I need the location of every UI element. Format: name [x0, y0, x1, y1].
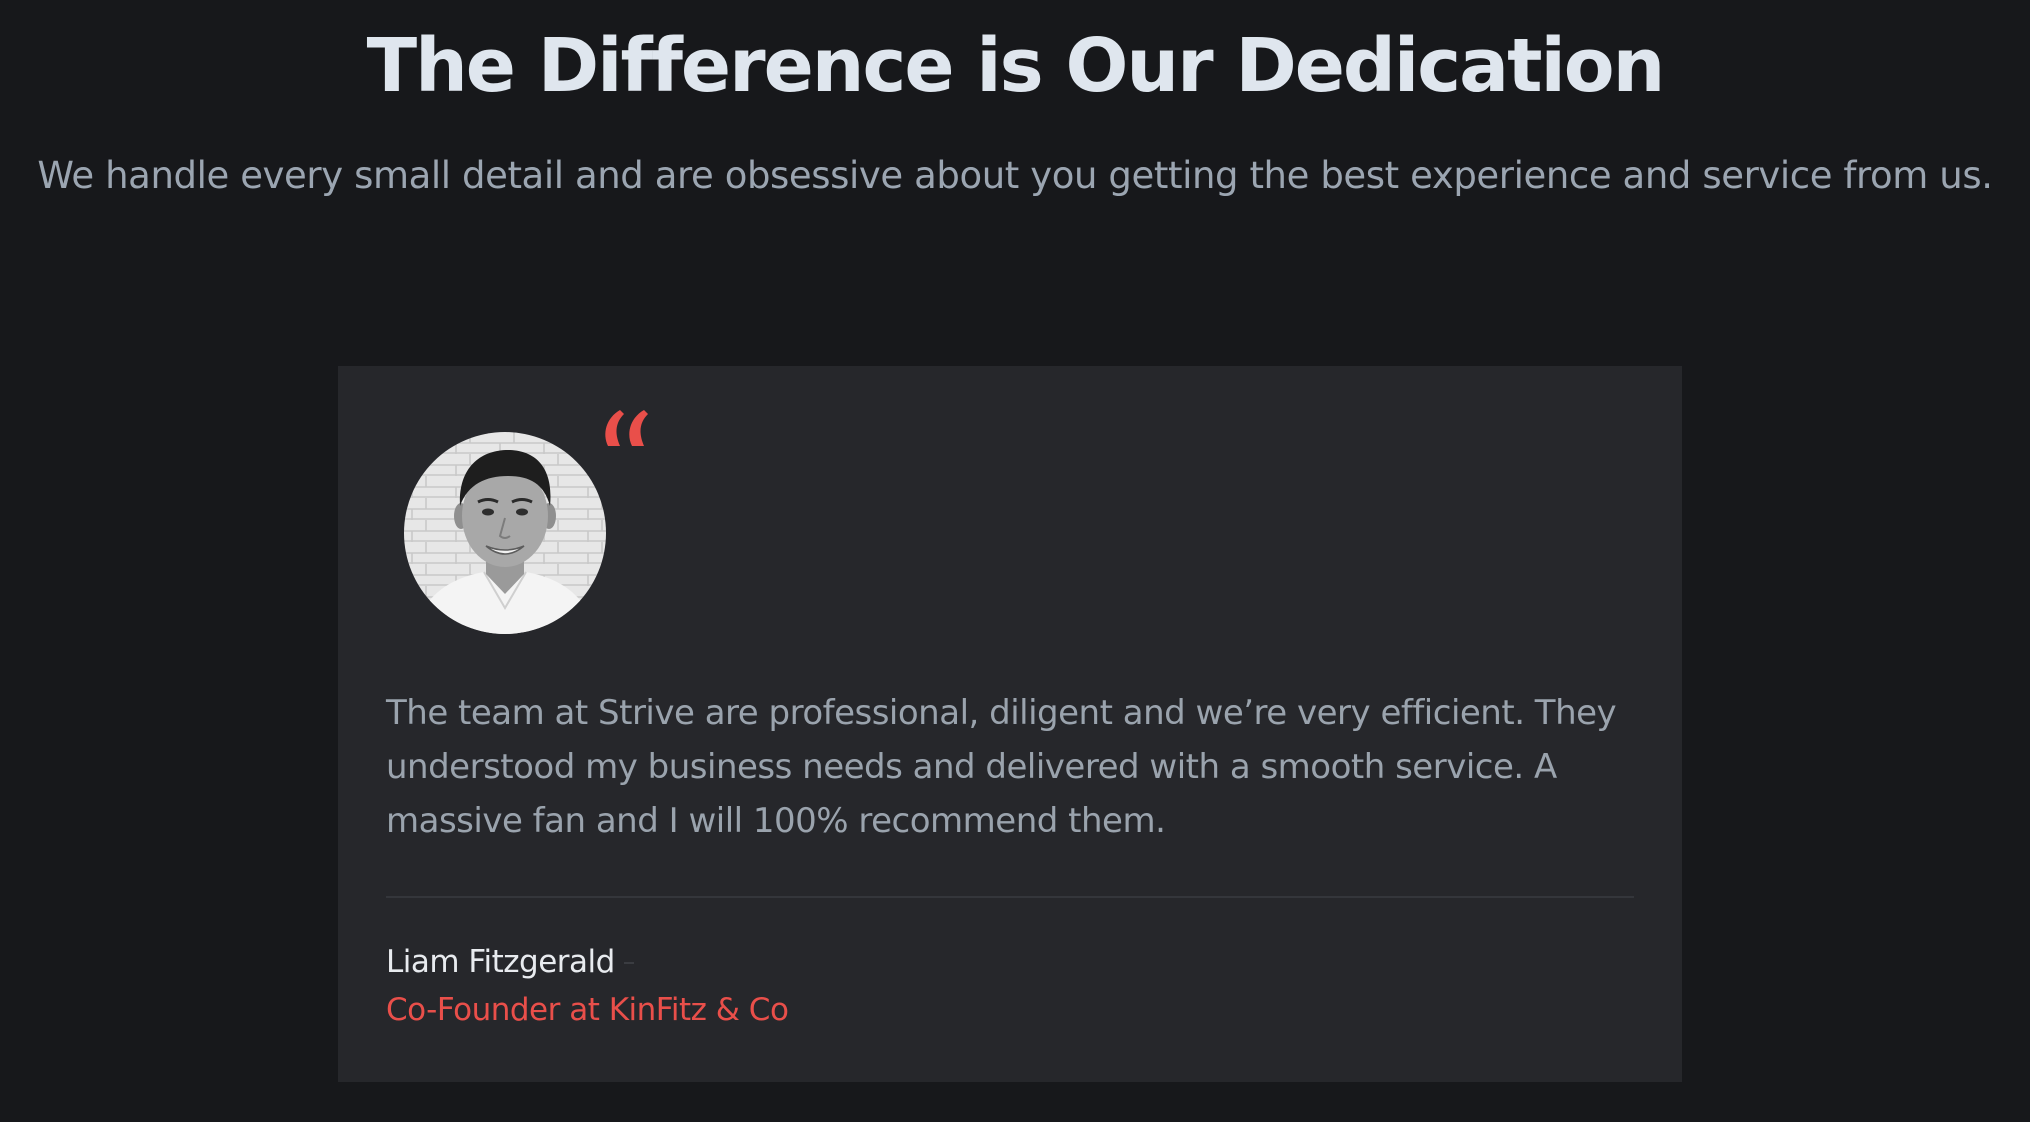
- testimonial-card: The team at Strive are professional, dil…: [338, 366, 1682, 1082]
- avatar-portrait: [404, 432, 606, 634]
- testimonial-quote: The team at Strive are professional, dil…: [386, 693, 1617, 841]
- section-heading: The Difference is Our Dedication: [366, 23, 1666, 109]
- author-name: Liam Fitzgerald: [386, 944, 615, 980]
- divider: [386, 896, 1634, 898]
- quote-mark-icon: [605, 410, 648, 446]
- author-separator: [624, 962, 634, 964]
- author-role: Co-Founder at KinFitz & Co: [386, 992, 789, 1028]
- section-subheading: We handle every small detail and are obs…: [37, 154, 1993, 197]
- avatar: [404, 432, 606, 634]
